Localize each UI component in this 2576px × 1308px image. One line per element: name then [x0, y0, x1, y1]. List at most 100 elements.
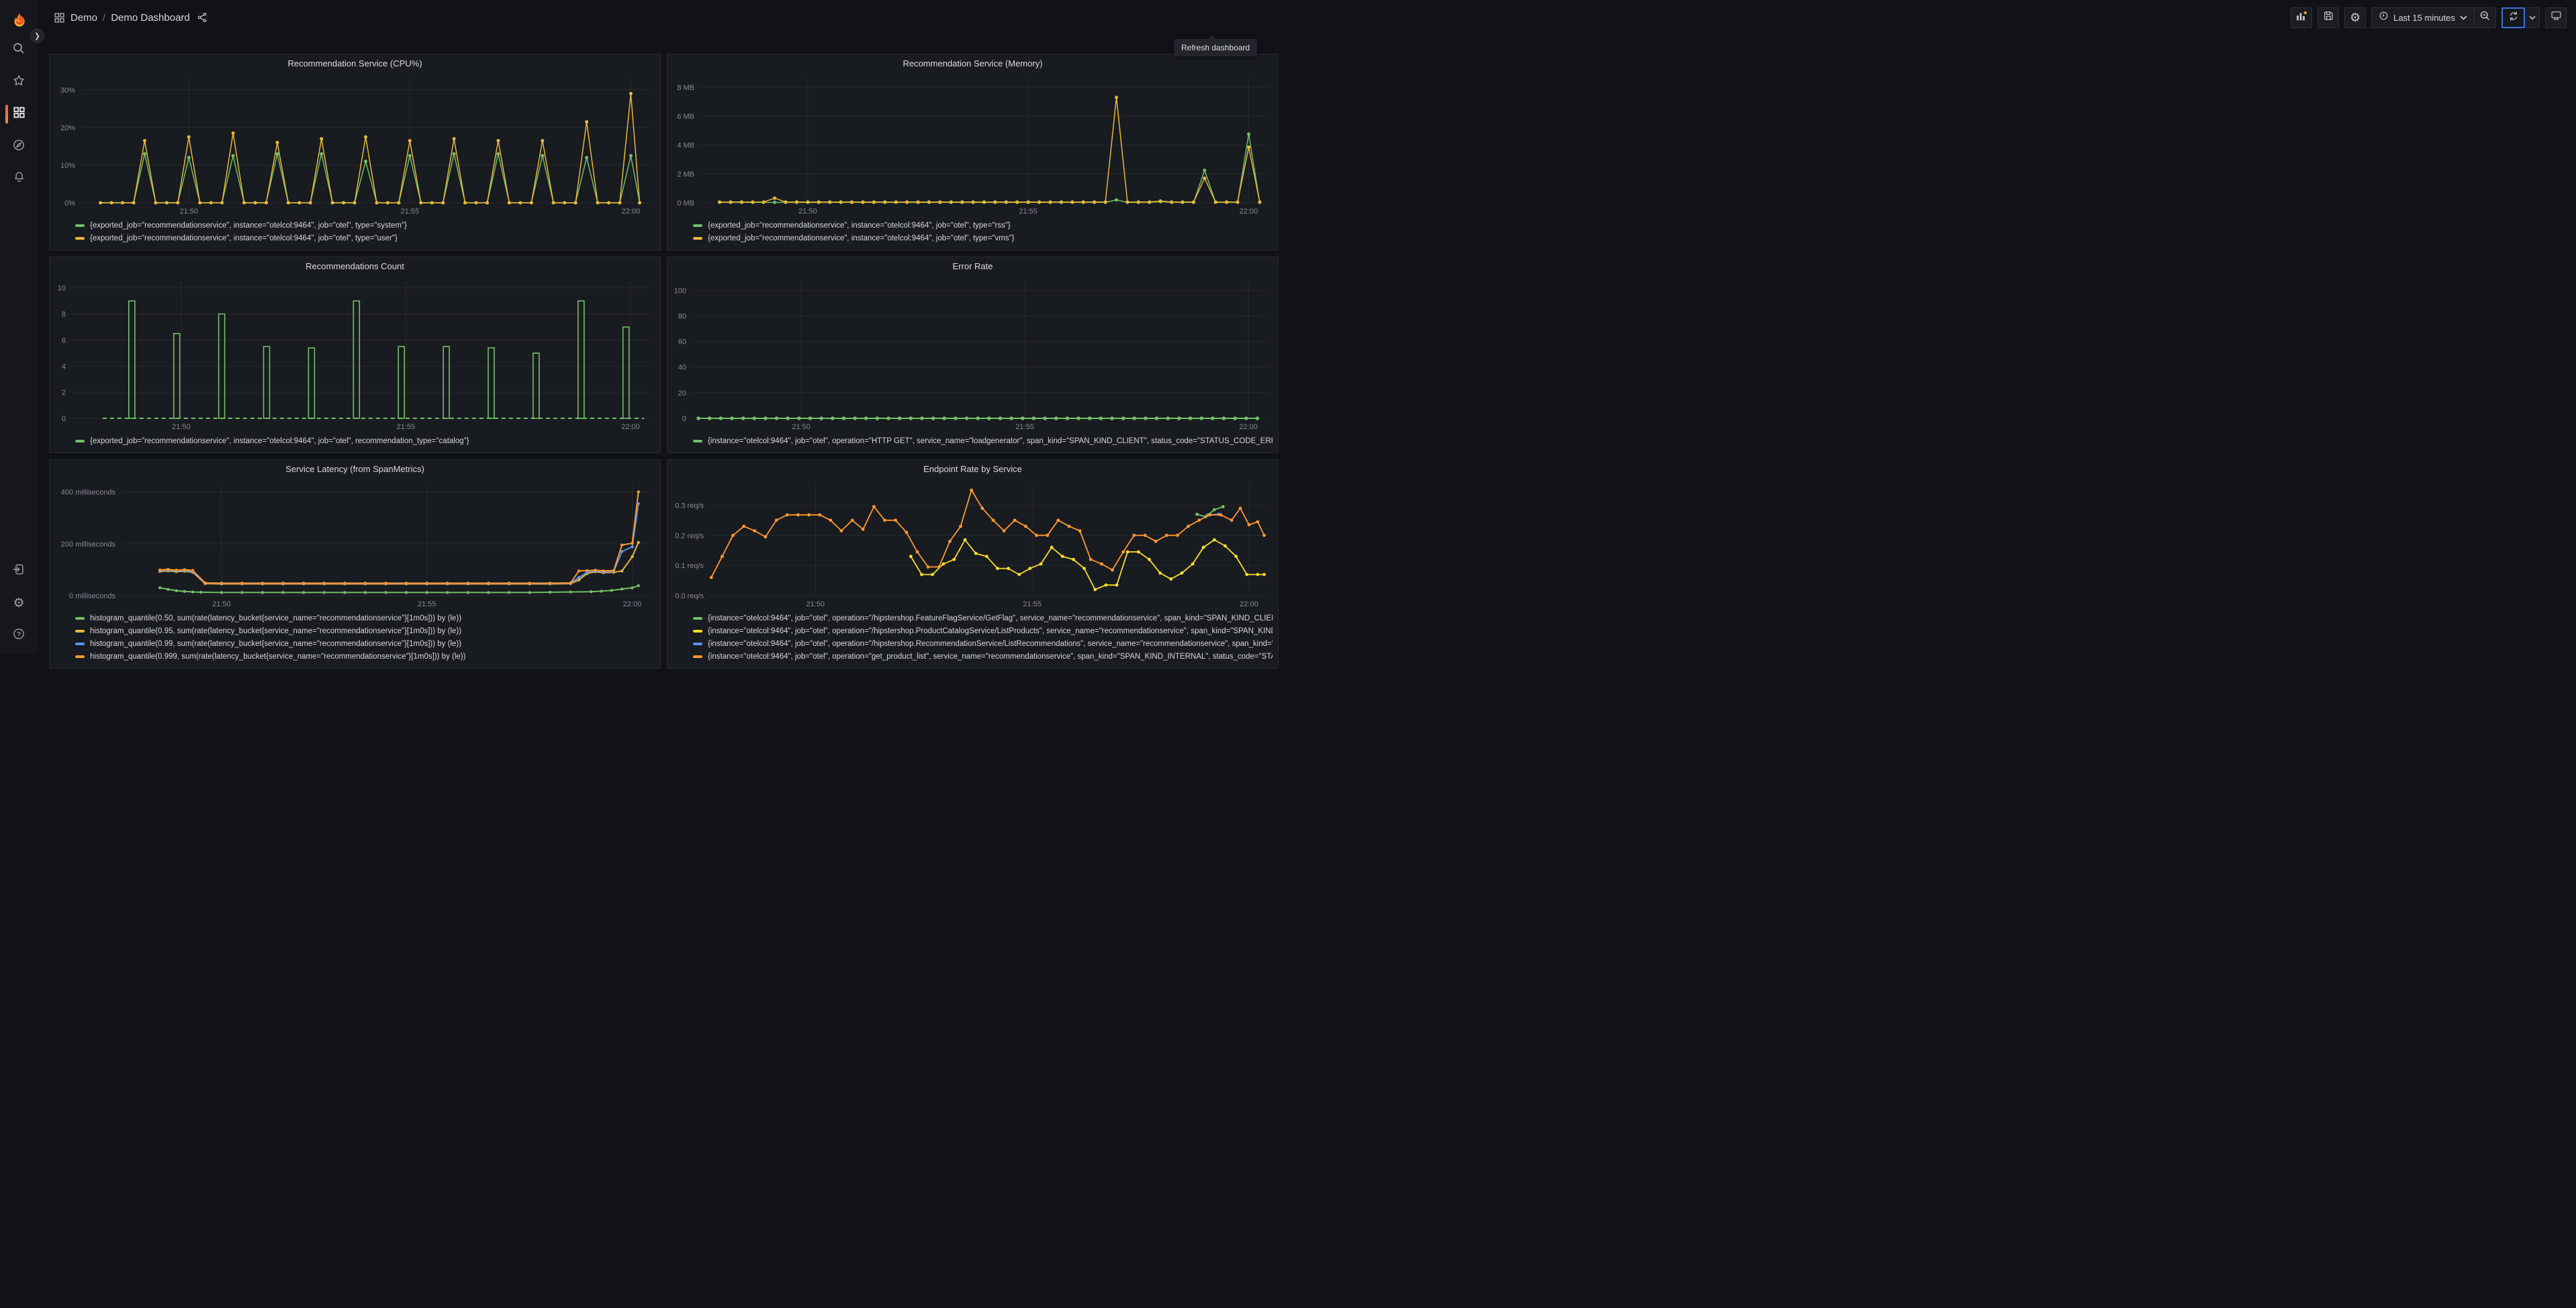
refresh-dashboard-button[interactable] [2501, 7, 2525, 28]
legend-item[interactable]: histogram_quantile(0.999, sum(rate(laten… [75, 650, 655, 663]
series-point [883, 518, 886, 522]
panel-chart[interactable]: 0 MB 2 MB 4 MB 6 MB 8 MB 21:50 21:55 22:00 [668, 72, 1278, 218]
series-point [240, 581, 244, 585]
sidebar-item-dashboards[interactable] [0, 105, 38, 124]
legend-item[interactable]: {instance="otelcol:9464", job="otel", op… [693, 612, 1273, 624]
series-point [984, 555, 988, 559]
panel-chart[interactable]: 0 2 4 6 8 10 21:50 21:55 22:00 [50, 275, 660, 433]
series-point [1224, 544, 1227, 548]
breadcrumb-section[interactable]: Demo [71, 12, 97, 24]
series-point [167, 567, 170, 571]
sidebar-item-starred[interactable] [0, 73, 38, 91]
series-point [773, 196, 777, 200]
series-point [620, 550, 624, 553]
panel-chart[interactable]: 0 milliseconds 200 milliseconds 400 millis… [50, 477, 660, 610]
series-point [203, 581, 207, 585]
series-point [872, 505, 876, 508]
monitor-icon [2550, 10, 2562, 25]
series-point [731, 533, 735, 537]
series-point [474, 201, 478, 205]
series-point [1203, 169, 1207, 173]
series-point [322, 581, 326, 585]
kiosk-mode-button[interactable] [2545, 7, 2567, 28]
series-point [920, 573, 923, 576]
zoom-out-time-button[interactable] [2474, 7, 2495, 28]
grafana-logo[interactable] [11, 12, 28, 30]
series-point [993, 200, 997, 204]
legend-item[interactable]: {exported_job="recommendationservice", i… [75, 232, 655, 244]
y-tick-label: 6 MB [677, 113, 694, 121]
legend-swatch [75, 616, 85, 620]
series-point [1111, 568, 1114, 572]
panel-title[interactable]: Service Latency (from SpanMetrics) [50, 460, 660, 477]
legend-item[interactable]: {instance="otelcol:9464", job="otel", op… [693, 637, 1273, 650]
panel-chart[interactable]: 0% 10% 20% 30% 21:50 21:55 22:00 [50, 72, 660, 218]
sidebar-item-settings[interactable]: ⚙ [0, 594, 38, 612]
sidebar-item-alerting[interactable] [0, 169, 38, 188]
add-panel-button[interactable] [2291, 7, 2313, 28]
panel-chart[interactable]: 0 20 40 60 80 100 21:50 21:55 22:00 [668, 275, 1278, 433]
series-point [875, 416, 880, 420]
panel-title[interactable]: Endpoint Rate by Service [668, 460, 1278, 477]
legend-item[interactable]: {instance="otelcol:9464", job="otel", op… [693, 624, 1273, 637]
sidebar-item-explore[interactable] [0, 137, 38, 156]
legend-item[interactable]: histogram_quantile(0.50, sum(rate(latenc… [75, 612, 655, 624]
series-point [952, 557, 956, 561]
legend-item[interactable]: {exported_job="recommendationservice", i… [693, 219, 1273, 232]
legend-item[interactable]: histogram_quantile(0.95, sum(rate(latenc… [75, 624, 655, 637]
series-point [154, 201, 158, 205]
sidebar-item-sign-in[interactable] [0, 561, 38, 580]
panel-title[interactable]: Recommendations Count [50, 257, 660, 275]
series-point [261, 591, 265, 594]
series-point [1043, 416, 1047, 420]
series-point [638, 201, 641, 205]
legend-item[interactable]: {exported_job="recommendationservice", i… [75, 219, 655, 232]
y-tick-label: 40 [678, 364, 686, 372]
series-point [363, 581, 367, 585]
legend-item[interactable]: {instance="otelcol:9464", job="otel", op… [693, 650, 1273, 663]
legend-label: {exported_job="recommendationservice", i… [708, 234, 1015, 242]
refresh-interval-caret-button[interactable] [2525, 7, 2540, 28]
settings-icon: ⚙ [13, 596, 25, 610]
chevron-down-icon [2528, 11, 2536, 24]
panel-title[interactable]: Error Rate [668, 257, 1278, 275]
series-point [1213, 200, 1217, 204]
x-tick-label: 21:55 [397, 423, 416, 431]
panel-title[interactable]: Recommendation Service (CPU%) [50, 54, 660, 72]
series-point [487, 591, 490, 594]
panel-title[interactable]: Recommendation Service (Memory) [668, 54, 1278, 72]
series-point [786, 416, 790, 420]
series-point [915, 550, 919, 554]
share-icon[interactable] [197, 12, 208, 23]
series-point [507, 201, 511, 205]
series-point [1002, 529, 1006, 532]
dashboard-settings-button[interactable]: ⚙ [2344, 7, 2366, 28]
legend-item[interactable]: {exported_job="recommendationservice", i… [693, 232, 1273, 244]
sidebar-item-help[interactable]: ? [0, 626, 38, 645]
x-tick-label: 21:55 [1015, 423, 1034, 431]
sidebar-item-search[interactable] [0, 40, 38, 59]
series-point [549, 581, 552, 585]
expand-sidebar-button[interactable]: ❯ [30, 29, 44, 43]
legend-item[interactable]: {instance="otelcol:9464", job="otel", op… [693, 434, 1273, 447]
time-range-picker[interactable]: Last 15 minutes [2372, 8, 2474, 28]
series-point [1059, 200, 1063, 204]
series-point [751, 200, 755, 204]
panel-chart[interactable]: 0.0 req/s 0.1 req/s 0.2 req/s 0.3 req/s 21:5… [668, 477, 1278, 610]
legend-item[interactable]: {exported_job="recommendationservice", i… [75, 434, 655, 447]
breadcrumb-page-title[interactable]: Demo Dashboard [111, 12, 190, 24]
series-point [1115, 198, 1118, 202]
series-point [841, 416, 846, 420]
star-icon [12, 74, 26, 91]
series-point [982, 200, 986, 204]
series-point [109, 201, 113, 205]
series-point [610, 589, 614, 592]
legend-item[interactable]: histogram_quantile(0.99, sum(rate(latenc… [75, 637, 655, 650]
save-dashboard-button[interactable] [2317, 7, 2340, 28]
series-point [281, 591, 285, 594]
explore-icon [12, 138, 26, 155]
y-tick-label: 0.0 req/s [675, 592, 704, 600]
dashboard-grid: Recommendation Service (CPU%) 0% 10% 20% 30… [49, 54, 1280, 669]
series-point [191, 569, 195, 572]
x-tick-label: 21:50 [792, 423, 811, 431]
